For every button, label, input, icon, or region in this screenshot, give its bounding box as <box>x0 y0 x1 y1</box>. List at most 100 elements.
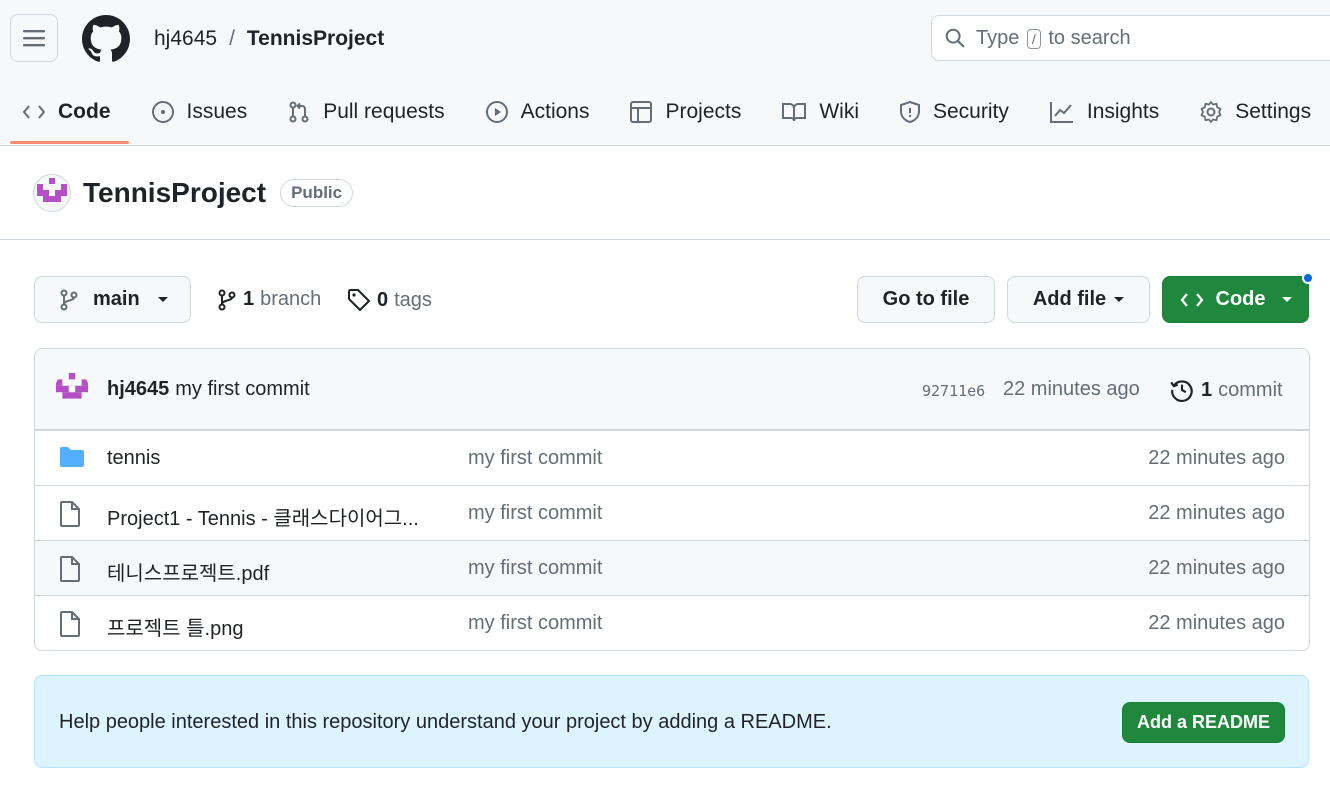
table-icon <box>630 101 653 123</box>
file-row[interactable]: 프로젝트 틀.png my first commit 22 minutes ag… <box>35 595 1309 650</box>
file-commit-message[interactable]: my first commit <box>468 612 602 635</box>
branch-icon <box>60 289 78 310</box>
search-input[interactable]: Type / to search <box>931 15 1330 61</box>
shield-icon <box>900 100 920 124</box>
file-commit-time: 22 minutes ago <box>1148 502 1285 524</box>
menu-button[interactable] <box>10 14 58 62</box>
tab-label: Projects <box>665 100 742 123</box>
tab-label: Insights <box>1086 100 1160 123</box>
tab-code[interactable]: Code <box>0 82 129 144</box>
chevron-down-icon <box>157 297 168 302</box>
tab-wiki[interactable]: Wiki <box>759 82 877 142</box>
file-list: hj4645 my first commit 92711e6 22 minute… <box>34 348 1310 651</box>
branch-icon <box>218 289 236 310</box>
play-icon <box>485 101 508 123</box>
repo-name[interactable]: TennisProject <box>83 177 266 209</box>
divider <box>0 239 1330 240</box>
search-shortcut-key: / <box>1026 28 1041 49</box>
commit-author-avatar[interactable] <box>55 372 89 406</box>
commit-author[interactable]: hj4645 <box>107 378 169 401</box>
tab-label: Security <box>933 100 1009 123</box>
breadcrumb: hj4645 / TennisProject <box>154 27 384 51</box>
chevron-down-icon <box>1281 297 1292 302</box>
file-name[interactable]: 테니스프로젝트.pdf <box>107 557 447 586</box>
file-commit-time: 22 minutes ago <box>1148 557 1285 579</box>
file-name[interactable]: tennis <box>107 447 447 470</box>
chevron-down-icon <box>1114 297 1125 302</box>
history-icon <box>1170 380 1193 402</box>
tab-label: Issues <box>186 100 248 123</box>
graph-icon <box>1049 102 1073 123</box>
tab-insights[interactable]: Insights <box>1027 82 1177 142</box>
global-header: hj4645 / TennisProject Type / to search … <box>0 0 1330 146</box>
tab-projects[interactable]: Projects <box>607 82 759 142</box>
tab-label: Pull requests <box>323 100 445 123</box>
commit-message[interactable]: my first commit <box>175 378 309 401</box>
file-row[interactable]: Project1 - Tennis - 클래스다이어그... my first … <box>35 485 1309 540</box>
commit-sha[interactable]: 92711e6 <box>922 382 985 400</box>
tab-label: Actions <box>520 100 590 123</box>
tab-label: Code <box>58 100 111 123</box>
tab-issues[interactable]: Issues <box>129 82 266 142</box>
search-placeholder: Type / to search <box>976 26 1131 49</box>
file-commit-time: 22 minutes ago <box>1148 447 1285 469</box>
branches-link[interactable]: 1 branch <box>217 288 321 311</box>
tab-label: Settings <box>1235 100 1312 123</box>
file-commit-message[interactable]: my first commit <box>468 447 602 470</box>
branch-count: 1 <box>243 288 255 310</box>
tab-label: Wiki <box>819 100 859 123</box>
notification-dot <box>1302 272 1314 284</box>
search-icon <box>945 28 965 48</box>
repo-nav-tabs: Code Issues Pull requests Actions Projec… <box>0 82 1329 146</box>
hamburger-icon <box>23 30 45 47</box>
identicon-icon <box>56 373 88 399</box>
pull-request-icon <box>289 101 309 123</box>
tab-settings[interactable]: Settings <box>1177 82 1329 142</box>
tab-actions[interactable]: Actions <box>463 82 608 142</box>
add-file-button[interactable]: Add file <box>1007 276 1150 323</box>
owner-avatar[interactable] <box>33 174 71 212</box>
folder-icon <box>60 447 84 467</box>
code-icon <box>1180 292 1203 307</box>
tag-count: 0 <box>377 288 389 311</box>
file-commit-message[interactable]: my first commit <box>468 557 602 580</box>
add-readme-button[interactable]: Add a README <box>1122 702 1285 743</box>
branch-label: branch <box>260 288 322 310</box>
commit-count: 1 <box>1201 378 1213 401</box>
tab-security[interactable]: Security <box>877 82 1027 142</box>
tags-link[interactable]: 0 tags <box>347 288 432 312</box>
file-commit-time: 22 minutes ago <box>1148 612 1285 634</box>
readme-banner: Help people interested in this repositor… <box>34 675 1309 768</box>
go-to-file-button[interactable]: Go to file <box>857 276 995 323</box>
repo-title-bar: TennisProject Public <box>33 174 354 212</box>
file-commit-message[interactable]: my first commit <box>468 502 602 525</box>
latest-commit-bar: hj4645 my first commit 92711e6 22 minute… <box>35 349 1309 430</box>
github-logo-icon[interactable] <box>82 15 130 63</box>
identicon-icon <box>37 178 67 202</box>
commit-time: 22 minutes ago <box>1003 378 1140 400</box>
tag-label: tags <box>394 288 432 311</box>
repo-link[interactable]: TennisProject <box>247 27 384 51</box>
commit-count-label: commit <box>1218 378 1283 401</box>
file-icon <box>60 501 80 527</box>
issue-icon <box>151 101 174 123</box>
commit-history-link[interactable]: 1 commit <box>1169 377 1283 403</box>
file-row[interactable]: tennis my first commit 22 minutes ago <box>35 430 1309 485</box>
tag-icon <box>348 289 370 311</box>
readme-prompt: Help people interested in this repositor… <box>59 711 832 733</box>
code-icon <box>22 105 46 119</box>
book-icon <box>782 103 807 122</box>
file-name[interactable]: Project1 - Tennis - 클래스다이어그... <box>107 502 447 531</box>
code-dropdown-button[interactable]: Code <box>1162 276 1309 323</box>
tab-pull-requests[interactable]: Pull requests <box>265 82 462 142</box>
file-row[interactable]: 테니스프로젝트.pdf my first commit 22 minutes a… <box>35 540 1309 595</box>
owner-link[interactable]: hj4645 <box>154 27 217 51</box>
file-name[interactable]: 프로젝트 틀.png <box>107 612 447 641</box>
branch-select-button[interactable]: main <box>34 276 191 323</box>
visibility-badge: Public <box>280 179 354 207</box>
breadcrumb-separator: / <box>229 27 235 50</box>
file-icon <box>60 611 80 637</box>
gear-icon <box>1200 101 1222 123</box>
file-icon <box>60 556 80 582</box>
branch-name: main <box>93 288 140 310</box>
